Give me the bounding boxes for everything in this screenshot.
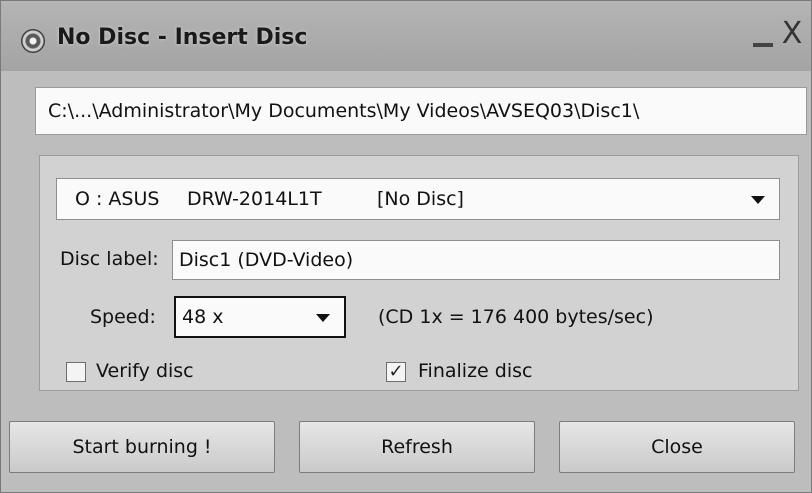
burn-dialog: No Disc - Insert Disc X C:\...\Administr… [0,0,812,493]
disc-label-label: Disc label: [60,248,159,270]
finalize-disc-checkbox[interactable]: ✓ [386,362,406,382]
drive-model: DRW-2014L1T [187,188,322,210]
burn-settings-panel: O : ASUS DRW-2014L1T [No Disc] Disc label:… [39,155,799,391]
minimize-button[interactable] [753,23,775,51]
title-bar: No Disc - Insert Disc X [1,1,811,71]
finalize-disc-label: Finalize disc [418,360,533,382]
chevron-down-icon [316,314,330,322]
check-icon: ✓ [388,361,404,382]
drive-letter: O : ASUS [75,188,160,210]
speed-value: 48 x [182,306,224,328]
close-button[interactable]: Close [559,421,795,473]
speed-note: (CD 1x = 176 400 bytes/sec) [378,306,654,328]
disc-label-input[interactable]: Disc1 (DVD-Video) [172,240,780,280]
verify-disc-label: Verify disc [96,360,194,382]
speed-select[interactable]: 48 x [174,296,346,338]
chevron-down-icon [751,196,765,204]
drive-status: [No Disc] [377,188,464,210]
verify-disc-checkbox[interactable] [66,362,86,382]
window-title: No Disc - Insert Disc [57,25,308,50]
output-path-field[interactable]: C:\...\Administrator\My Documents\My Vid… [35,87,807,135]
speed-label: Speed: [90,306,156,328]
disc-icon [21,29,45,53]
start-burning-button[interactable]: Start burning ! [9,421,275,473]
close-window-button[interactable]: X [779,17,805,51]
refresh-button[interactable]: Refresh [299,421,535,473]
drive-select[interactable]: O : ASUS DRW-2014L1T [No Disc] [56,178,780,220]
